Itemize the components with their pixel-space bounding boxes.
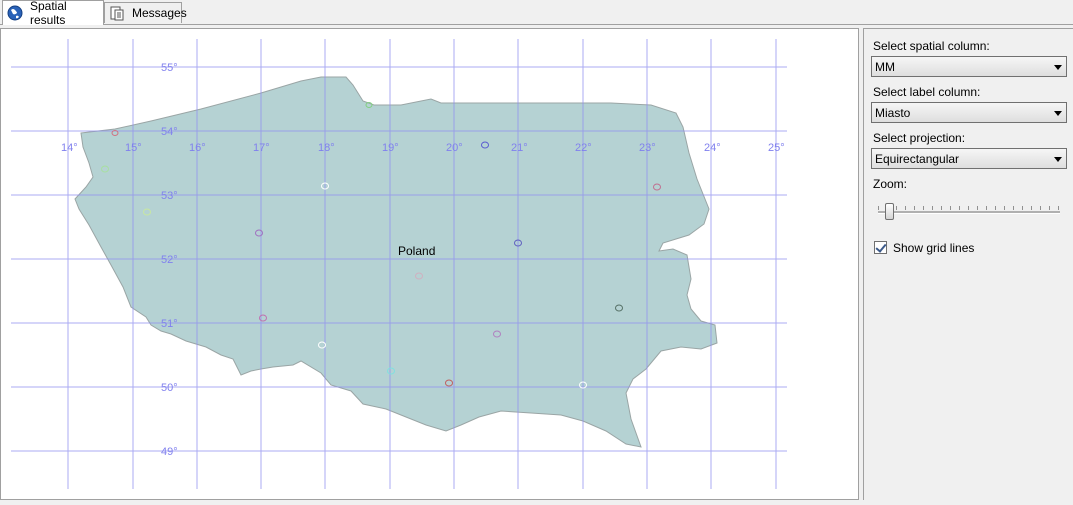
country-label: Poland xyxy=(398,244,435,258)
map-options-panel: Select spatial column: MM Select label c… xyxy=(863,28,1073,500)
messages-icon xyxy=(109,5,125,21)
spatial-column-label: Select spatial column: xyxy=(873,39,990,53)
tab-label: Messages xyxy=(132,6,187,20)
lon-label: 20° xyxy=(446,142,463,154)
chevron-down-icon xyxy=(1054,65,1062,70)
tab-label: Spatial results xyxy=(30,0,67,27)
tab-messages[interactable]: Messages xyxy=(104,2,187,23)
chevron-down-icon xyxy=(1054,111,1062,116)
lon-label: 19° xyxy=(382,142,399,154)
lat-label: 49° xyxy=(161,446,178,458)
label-column-value: Miasto xyxy=(875,106,911,120)
lon-label: 21° xyxy=(511,142,528,154)
projection-select[interactable]: Equirectangular xyxy=(871,148,1067,169)
zoom-thumb[interactable] xyxy=(885,203,894,220)
show-grid-label[interactable]: Show grid lines xyxy=(893,241,974,255)
result-tabstrip: Spatial results Messages xyxy=(0,0,1073,27)
projection-value: Equirectangular xyxy=(875,152,960,166)
lon-label: 22° xyxy=(575,142,592,154)
spatial-map-viewer[interactable]: 14° 15° 16° 17° 18° 19° 20° 21° 22° 23° … xyxy=(0,28,859,500)
tab-spatial-results[interactable]: Spatial results xyxy=(2,0,104,27)
lon-label: 25° xyxy=(768,142,785,154)
lon-label: 14° xyxy=(61,142,78,154)
spatial-column-value: MM xyxy=(875,60,895,74)
chevron-down-icon xyxy=(1054,157,1062,162)
zoom-ticks xyxy=(878,199,1060,210)
zoom-track[interactable] xyxy=(878,211,1060,214)
lat-label: 51° xyxy=(161,318,178,330)
lon-label: 23° xyxy=(639,142,656,154)
lat-label: 55° xyxy=(161,62,178,74)
lat-label: 54° xyxy=(161,126,178,138)
show-grid-checkbox[interactable] xyxy=(874,241,887,254)
lon-label: 18° xyxy=(318,142,335,154)
spatial-column-select[interactable]: MM xyxy=(871,56,1067,77)
zoom-label: Zoom: xyxy=(873,177,908,191)
lon-label: 15° xyxy=(125,142,142,154)
lon-label: 16° xyxy=(189,142,206,154)
label-column-select[interactable]: Miasto xyxy=(871,102,1067,123)
globe-icon xyxy=(7,5,23,21)
lon-label: 24° xyxy=(704,142,721,154)
label-column-label: Select label column: xyxy=(873,85,981,99)
lat-label: 53° xyxy=(161,190,178,202)
projection-label: Select projection: xyxy=(873,131,966,145)
lat-label: 52° xyxy=(161,254,178,266)
lat-label: 50° xyxy=(161,382,178,394)
lon-label: 17° xyxy=(253,142,270,154)
